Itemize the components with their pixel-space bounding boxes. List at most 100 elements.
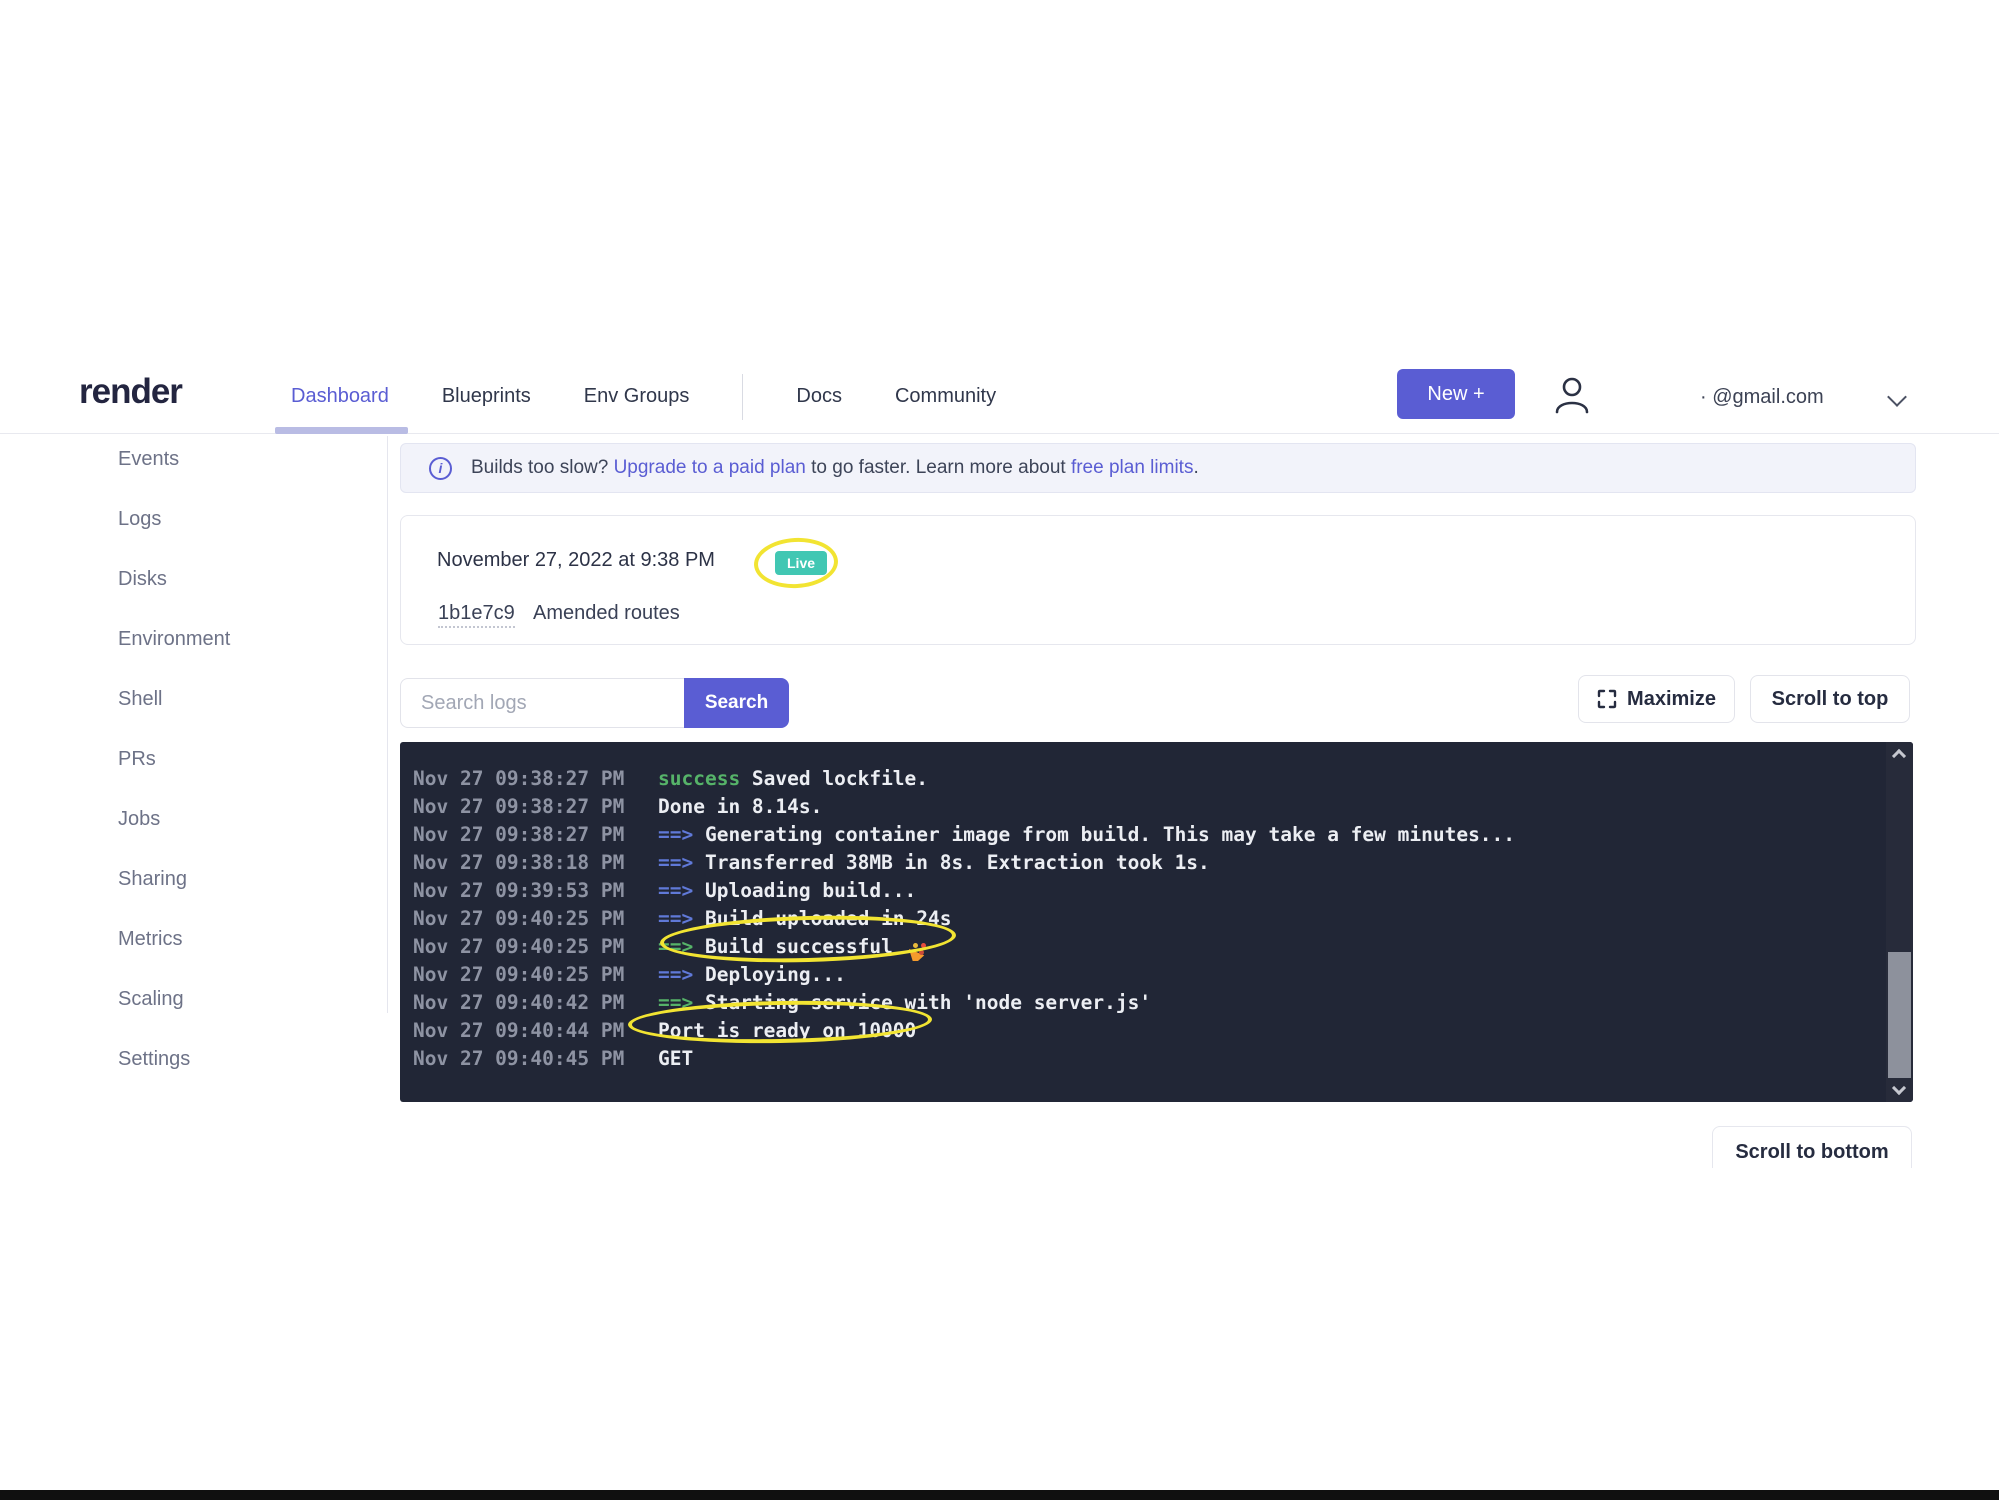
log-line: Nov 27 09:40:25 PM ==> Build successful 🎉 (413, 933, 1873, 961)
log-lines: Nov 27 09:38:27 PM success Saved lockfile… (413, 765, 1873, 1073)
render-dashboard-page: render Dashboard Blueprints Env Groups Docs… (0, 0, 1999, 1500)
log-line: Nov 27 09:40:25 PM ==> Build uploaded in … (413, 905, 1873, 933)
log-segment: Done in 8.14s. (658, 795, 822, 818)
log-timestamp: Nov 27 09:38:27 PM (413, 821, 623, 849)
sidebar-item-events[interactable]: Events (118, 448, 230, 471)
scroll-to-top-button[interactable]: Scroll to top (1750, 675, 1910, 723)
service-sidebar: Events Logs Disks Environment Shell PRs Jobs Sh… (118, 448, 230, 1071)
nav-link-dashboard[interactable]: Dashboard (291, 385, 389, 408)
dashboard-active-underline (275, 427, 408, 434)
log-segment: GET (658, 1047, 693, 1070)
banner-text: Builds too slow? Upgrade to a paid plan … (471, 457, 1199, 479)
banner-text-segment: Builds too slow? (471, 457, 614, 478)
nav-link-community[interactable]: Community (895, 385, 996, 408)
log-message: success Saved lockfile. (658, 767, 928, 790)
nav-link-blueprints[interactable]: Blueprints (442, 385, 531, 408)
log-segment: ==> (658, 963, 705, 986)
log-timestamp: Nov 27 09:40:44 PM (413, 1017, 623, 1045)
log-segment: ==> (658, 823, 705, 846)
banner-text-segment: to go faster. Learn more about (806, 457, 1071, 478)
sidebar-item-prs[interactable]: PRs (118, 748, 230, 771)
account-email: · @gmail.com (1700, 386, 1824, 409)
commit-message: Amended routes (533, 602, 680, 625)
log-line: Nov 27 09:40:42 PM ==> Starting service w… (413, 989, 1873, 1017)
scrollbar-up-icon[interactable] (1892, 749, 1906, 763)
deploy-card: November 27, 2022 at 9:38 PM Live 1b1e7c… (400, 515, 1916, 645)
log-line: Nov 27 09:39:53 PM ==> Uploading build... (413, 877, 1873, 905)
log-segment: Deploying... (705, 963, 846, 986)
upgrade-banner: i Builds too slow? Upgrade to a paid pla… (400, 443, 1916, 493)
scrollbar-thumb[interactable] (1888, 952, 1911, 1078)
bottom-bar (0, 1490, 1999, 1500)
scrollbar-down-icon[interactable] (1892, 1081, 1906, 1095)
log-segment: ==> (658, 851, 705, 874)
banner-link-upgrade-to-a-paid-plan[interactable]: Upgrade to a paid plan (614, 457, 806, 478)
log-timestamp: Nov 27 09:40:25 PM (413, 905, 623, 933)
log-segment: ==> (658, 991, 705, 1014)
log-timestamp: Nov 27 09:40:45 PM (413, 1045, 623, 1073)
nav-divider (742, 374, 743, 420)
log-line: Nov 27 09:40:25 PM ==> Deploying... (413, 961, 1873, 989)
log-message: ==> Build uploaded in 24s (658, 907, 952, 930)
nav-link-docs[interactable]: Docs (796, 385, 842, 408)
sidebar-item-sharing[interactable]: Sharing (118, 868, 230, 891)
banner-link-free-plan-limits[interactable]: free plan limits (1071, 457, 1194, 478)
log-timestamp: Nov 27 09:38:27 PM (413, 765, 623, 793)
chevron-down-icon[interactable] (1887, 387, 1907, 407)
info-icon: i (429, 457, 452, 480)
maximize-icon (1597, 689, 1617, 709)
log-segment: Build uploaded in 24s (705, 907, 952, 930)
log-message: ==> Deploying... (658, 963, 846, 986)
viewport-cut-overlay (1690, 1168, 1970, 1208)
commit-hash-link[interactable]: 1b1e7c9 (438, 602, 515, 628)
log-segment: ==> (658, 907, 705, 930)
log-segment: Uploading build... (705, 879, 916, 902)
sidebar-item-logs[interactable]: Logs (118, 508, 230, 531)
log-line: Nov 27 09:38:27 PMDone in 8.14s. (413, 793, 1873, 821)
terminal-scrollbar[interactable] (1886, 742, 1913, 1102)
render-logo[interactable]: render (79, 372, 182, 412)
log-message: ==> Starting service with 'node server.j… (658, 991, 1151, 1014)
banner-text-segment: . (1193, 457, 1198, 478)
log-line: Nov 27 09:40:45 PM GET (413, 1045, 1873, 1073)
log-timestamp: Nov 27 09:40:25 PM (413, 961, 623, 989)
deploy-date: November 27, 2022 at 9:38 PM (437, 549, 715, 572)
sidebar-item-jobs[interactable]: Jobs (118, 808, 230, 831)
log-segment: ==> (658, 935, 705, 958)
sidebar-item-settings[interactable]: Settings (118, 1048, 230, 1071)
sidebar-divider (387, 436, 388, 1013)
maximize-button[interactable]: Maximize (1578, 675, 1735, 723)
live-status-badge: Live (775, 551, 827, 575)
log-message: ==> Uploading build... (658, 879, 916, 902)
sidebar-item-shell[interactable]: Shell (118, 688, 230, 711)
log-segment: Generating container image from build. T… (705, 823, 1515, 846)
log-line: Nov 27 09:38:27 PM ==> Generating contain… (413, 821, 1873, 849)
log-line: Nov 27 09:38:18 PM ==> Transferred 38MB i… (413, 849, 1873, 877)
log-message: ==> Build successful 🎉 (658, 935, 929, 958)
search-button[interactable]: Search (684, 678, 789, 728)
sidebar-item-metrics[interactable]: Metrics (118, 928, 230, 951)
log-timestamp: Nov 27 09:40:25 PM (413, 933, 623, 961)
party-popper-icon: 🎉 (905, 942, 929, 961)
nav-link-env-groups[interactable]: Env Groups (584, 385, 690, 408)
log-segment: Saved lockfile. (740, 767, 928, 790)
search-logs-input[interactable] (400, 678, 684, 728)
log-segment: Starting service with 'node server.js' (705, 991, 1151, 1014)
log-segment: success (658, 767, 740, 790)
user-avatar-icon[interactable] (1551, 374, 1593, 418)
log-timestamp: Nov 27 09:38:18 PM (413, 849, 623, 877)
sidebar-item-scaling[interactable]: Scaling (118, 988, 230, 1011)
log-message: Port is ready on 10000 (658, 1019, 916, 1042)
log-segment: Port is ready on 10000 (658, 1019, 916, 1042)
log-line: Nov 27 09:40:44 PM Port is ready on 10000 (413, 1017, 1873, 1045)
sidebar-item-disks[interactable]: Disks (118, 568, 230, 591)
sidebar-item-environment[interactable]: Environment (118, 628, 230, 651)
log-segment: Build successful (705, 935, 905, 958)
log-message: Done in 8.14s. (658, 795, 822, 818)
log-message: ==> Transferred 38MB in 8s. Extraction t… (658, 851, 1210, 874)
new-button[interactable]: New + (1397, 369, 1515, 419)
nav-links: Dashboard Blueprints Env Groups Docs Communi… (291, 385, 996, 408)
log-segment: Transferred 38MB in 8s. Extraction took … (705, 851, 1210, 874)
log-timestamp: Nov 27 09:39:53 PM (413, 877, 623, 905)
log-timestamp: Nov 27 09:40:42 PM (413, 989, 623, 1017)
